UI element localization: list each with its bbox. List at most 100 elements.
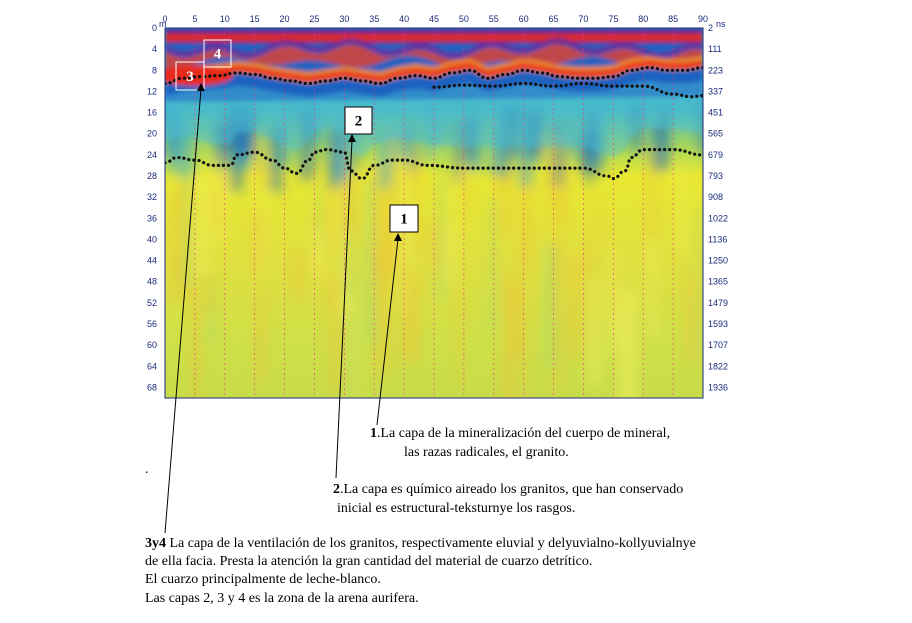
caption-2-number: 2 bbox=[333, 482, 340, 497]
y-tick-label: 36 bbox=[147, 213, 157, 223]
texture-streak bbox=[292, 251, 305, 300]
y-right-tick-label: 451 bbox=[708, 108, 723, 118]
annotation-label-2: 2 bbox=[355, 114, 363, 130]
x-tick-label: 25 bbox=[309, 14, 319, 24]
texture-streak bbox=[648, 238, 658, 339]
y-right-tick-label: 679 bbox=[708, 150, 723, 160]
x-tick-label: 75 bbox=[608, 14, 618, 24]
y-tick-label: 12 bbox=[147, 86, 157, 96]
x-tick-label: 40 bbox=[399, 14, 409, 24]
texture-streak bbox=[617, 291, 631, 398]
x-tick-label: 90 bbox=[698, 14, 708, 24]
y-right-tick-label: 1250 bbox=[708, 256, 728, 266]
texture-streak bbox=[350, 173, 358, 238]
x-tick-label: 20 bbox=[280, 14, 290, 24]
heatmap-plot bbox=[165, 28, 703, 398]
y-tick-label: 44 bbox=[147, 256, 157, 266]
y-tick-label: 4 bbox=[152, 44, 157, 54]
stray-dot: . bbox=[145, 462, 149, 477]
caption-1-line1: .La capa de la mineralización del cuerpo… bbox=[377, 426, 671, 441]
y-right-tick-label: 908 bbox=[708, 192, 723, 202]
texture-streak bbox=[679, 163, 686, 253]
y-tick-label: 16 bbox=[147, 108, 157, 118]
y-right-tick-label: 223 bbox=[708, 65, 723, 75]
x-tick-label: 60 bbox=[519, 14, 529, 24]
texture-streak bbox=[256, 290, 267, 383]
texture-streak bbox=[255, 139, 266, 182]
y-right-tick-label: 1479 bbox=[708, 298, 728, 308]
y-tick-label: 48 bbox=[147, 277, 157, 287]
texture-streak bbox=[351, 288, 357, 398]
texture-streak bbox=[252, 210, 262, 276]
x-tick-label: 35 bbox=[369, 14, 379, 24]
y-right-tick-label: 565 bbox=[708, 129, 723, 139]
texture-streak bbox=[324, 259, 329, 309]
texture-streak bbox=[195, 174, 209, 274]
y-axis-time: 2 ns 111 223 337 451 565 679 793 908 1022 1136 1250 1… bbox=[708, 19, 728, 392]
texture-streak bbox=[596, 199, 603, 242]
y-tick-label: 64 bbox=[147, 361, 157, 371]
y-tick-label: 56 bbox=[147, 319, 157, 329]
caption-2-line1: .La capa es químico aireado los granitos… bbox=[340, 482, 684, 497]
y-right-tick-label: 1022 bbox=[708, 213, 728, 223]
y-axis-depth: 0 m48121620242832364044485256606468 bbox=[147, 19, 167, 392]
annotation-label-3: 3 bbox=[186, 69, 194, 85]
caption-34: 3y4 La capa de la ventilación de los gra… bbox=[145, 535, 696, 552]
texture-streak bbox=[525, 286, 530, 398]
y-tick-label: 28 bbox=[147, 171, 157, 181]
texture-streak bbox=[168, 190, 174, 303]
y-right-unit-label: ns bbox=[716, 19, 726, 29]
y-tick-label: 40 bbox=[147, 234, 157, 244]
texture-streak bbox=[364, 181, 376, 344]
y-tick-label: 8 bbox=[152, 65, 157, 75]
x-tick-label: 45 bbox=[429, 14, 439, 24]
texture-streak bbox=[445, 224, 455, 285]
texture-streak bbox=[175, 182, 186, 300]
y-right-tick-label: 1593 bbox=[708, 319, 728, 329]
y-right-tick-label: 1707 bbox=[708, 340, 728, 350]
y-right-tick-label: 111 bbox=[708, 44, 722, 54]
caption-34-number: 3y4 bbox=[145, 536, 166, 551]
texture-streak bbox=[407, 270, 420, 363]
caption-1-cont: las razas radicales, el granito. bbox=[404, 445, 569, 460]
caption-1: 1.La capa de la mineralización del cuerp… bbox=[370, 425, 670, 442]
caption-34-line4: Las capas 2, 3 y 4 es la zona de la aren… bbox=[145, 591, 419, 606]
caption-34-line2: de ella facia. Presta la atención la gra… bbox=[145, 554, 593, 569]
texture-streak bbox=[206, 273, 213, 316]
x-tick-label: 65 bbox=[549, 14, 559, 24]
texture-streak bbox=[585, 237, 592, 279]
y-right-tick-label: 337 bbox=[708, 86, 723, 96]
texture-streak bbox=[437, 146, 445, 300]
x-tick-label: 50 bbox=[459, 14, 469, 24]
y-tick-label: 60 bbox=[147, 340, 157, 350]
annotation-label-4: 4 bbox=[214, 47, 222, 63]
y-right-tick-label: 793 bbox=[708, 171, 723, 181]
texture-streak bbox=[568, 257, 582, 359]
caption-2-cont: inicial es estructural-teksturnye los ra… bbox=[337, 501, 576, 516]
texture-streak bbox=[685, 274, 697, 363]
texture-streak bbox=[697, 206, 703, 359]
y-tick-label: 24 bbox=[147, 150, 157, 160]
x-axis: 0 5 10 15 20 25 30 35 40 45 50 55 60 65 70 75 80 85 90 bbox=[162, 14, 708, 24]
texture-streak bbox=[489, 197, 496, 334]
texture-streak bbox=[191, 282, 201, 398]
y-tick-label: 20 bbox=[147, 129, 157, 139]
texture-streak bbox=[554, 227, 563, 393]
y-tick-label: 68 bbox=[147, 382, 157, 392]
x-tick-label: 15 bbox=[250, 14, 260, 24]
x-tick-label: 80 bbox=[638, 14, 648, 24]
caption-2: 2.La capa es químico aireado los granito… bbox=[333, 481, 683, 498]
y-tick-label: 32 bbox=[147, 192, 157, 202]
caption-1-number: 1 bbox=[370, 426, 377, 441]
y-right-tick-label: 1136 bbox=[708, 234, 727, 244]
caption-34-line1: La capa de la ventilación de los granito… bbox=[166, 536, 696, 551]
radargram-figure: 0 5 10 15 20 25 30 35 40 45 50 55 60 65 70 75 80 85 90 0 m4… bbox=[147, 14, 728, 534]
x-tick-label: 10 bbox=[220, 14, 230, 24]
caption-34-line3: El cuarzo principalmente de leche-blanco… bbox=[145, 572, 381, 587]
x-tick-label: 5 bbox=[192, 14, 197, 24]
y-tick-label: 0 bbox=[152, 23, 157, 33]
texture-streak bbox=[588, 278, 601, 386]
x-tick-label: 55 bbox=[489, 14, 499, 24]
x-tick-label: 30 bbox=[339, 14, 349, 24]
texture-streak bbox=[213, 189, 219, 232]
